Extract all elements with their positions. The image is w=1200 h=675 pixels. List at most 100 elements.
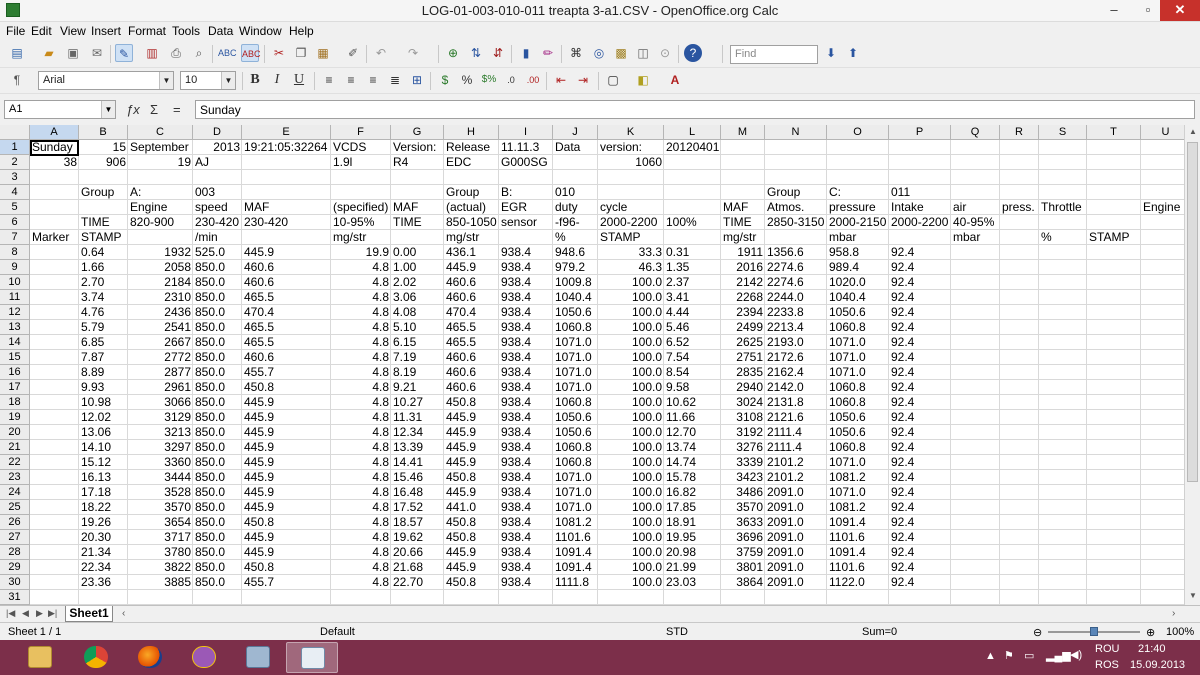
styles-formatting-icon[interactable]: ¶: [8, 71, 26, 89]
cell-o23[interactable]: 1081.2: [827, 470, 889, 485]
cell-m23[interactable]: 3423: [721, 470, 765, 485]
cell-n4[interactable]: Group: [765, 185, 827, 200]
cell-e29[interactable]: 450.8: [242, 560, 331, 575]
cell-j1[interactable]: Data: [553, 140, 598, 155]
row-header-26[interactable]: 26: [0, 515, 30, 530]
cell-n30[interactable]: 2091.0: [765, 575, 827, 590]
input-language-top[interactable]: ROU: [1095, 643, 1119, 655]
cell-i30[interactable]: 938.4: [499, 575, 553, 590]
cell-o29[interactable]: 1101.6: [827, 560, 889, 575]
cell-h18[interactable]: 450.8: [444, 395, 499, 410]
cell-f23[interactable]: 4.8: [331, 470, 391, 485]
cell-l15[interactable]: 7.54: [664, 350, 721, 365]
cell-m17[interactable]: 2940: [721, 380, 765, 395]
cell-b15[interactable]: 7.87: [79, 350, 128, 365]
new-document-icon[interactable]: ▤: [8, 44, 26, 62]
cell-g24[interactable]: 16.48: [391, 485, 444, 500]
cell-m30[interactable]: 3864: [721, 575, 765, 590]
cell-p23[interactable]: 92.4: [889, 470, 951, 485]
cell-b9[interactable]: 1.66: [79, 260, 128, 275]
scroll-left-icon[interactable]: ‹: [122, 608, 125, 619]
cell-k5[interactable]: cycle: [598, 200, 664, 215]
row-header-17[interactable]: 17: [0, 380, 30, 395]
cell-h19[interactable]: 445.9: [444, 410, 499, 425]
edit-file-icon[interactable]: ✎: [115, 44, 133, 62]
row-header-31[interactable]: 31: [0, 590, 30, 605]
cell-n27[interactable]: 2091.0: [765, 530, 827, 545]
hyperlink-icon[interactable]: ⊕: [444, 44, 462, 62]
zoom-out-icon[interactable]: ⊖: [1033, 626, 1042, 639]
cell-n18[interactable]: 2131.8: [765, 395, 827, 410]
cell-e24[interactable]: 445.9: [242, 485, 331, 500]
cell-p13[interactable]: 92.4: [889, 320, 951, 335]
column-header-u[interactable]: U: [1141, 125, 1184, 140]
cell-e30[interactable]: 455.7: [242, 575, 331, 590]
cell-o15[interactable]: 1071.0: [827, 350, 889, 365]
cell-n17[interactable]: 2142.0: [765, 380, 827, 395]
cell-c8[interactable]: 1932: [128, 245, 193, 260]
flag-icon[interactable]: ⚑: [1004, 649, 1014, 662]
cell-d29[interactable]: 850.0: [193, 560, 242, 575]
row-header-10[interactable]: 10: [0, 275, 30, 290]
cell-d7[interactable]: /min: [193, 230, 242, 245]
vertical-scroll-thumb[interactable]: [1187, 142, 1198, 482]
cell-m22[interactable]: 3339: [721, 455, 765, 470]
previous-sheet-icon[interactable]: ◀: [22, 608, 29, 619]
cell-h8[interactable]: 436.1: [444, 245, 499, 260]
cell-h14[interactable]: 465.5: [444, 335, 499, 350]
cell-e28[interactable]: 445.9: [242, 545, 331, 560]
paste-icon[interactable]: ▦: [314, 44, 332, 62]
cell-h7[interactable]: mg/str: [444, 230, 499, 245]
cell-h23[interactable]: 450.8: [444, 470, 499, 485]
cell-i15[interactable]: 938.4: [499, 350, 553, 365]
cell-c6[interactable]: 820-900: [128, 215, 193, 230]
cell-g19[interactable]: 11.31: [391, 410, 444, 425]
column-header-d[interactable]: D: [193, 125, 242, 140]
cell-f22[interactable]: 4.8: [331, 455, 391, 470]
display-icon[interactable]: ▭: [1024, 649, 1034, 662]
cell-i26[interactable]: 938.4: [499, 515, 553, 530]
currency-format-button[interactable]: $: [436, 71, 454, 89]
cell-n26[interactable]: 2091.0: [765, 515, 827, 530]
cell-k24[interactable]: 100.0: [598, 485, 664, 500]
cell-m24[interactable]: 3486: [721, 485, 765, 500]
cell-j14[interactable]: 1071.0: [553, 335, 598, 350]
cell-o4[interactable]: C:: [827, 185, 889, 200]
find-previous-icon[interactable]: ⬆: [844, 44, 862, 62]
font-name-select[interactable]: Arial ▼: [38, 71, 174, 90]
cell-p10[interactable]: 92.4: [889, 275, 951, 290]
cell-o12[interactable]: 1050.6: [827, 305, 889, 320]
cell-f16[interactable]: 4.8: [331, 365, 391, 380]
cell-k9[interactable]: 46.3: [598, 260, 664, 275]
copy-icon[interactable]: ❐: [292, 44, 310, 62]
cell-i21[interactable]: 938.4: [499, 440, 553, 455]
cell-b10[interactable]: 2.70: [79, 275, 128, 290]
cell-n12[interactable]: 2233.8: [765, 305, 827, 320]
cell-c4[interactable]: A:: [128, 185, 193, 200]
cell-d25[interactable]: 850.0: [193, 500, 242, 515]
cell-j5[interactable]: duty: [553, 200, 598, 215]
cell-p22[interactable]: 92.4: [889, 455, 951, 470]
cell-k8[interactable]: 33.3: [598, 245, 664, 260]
cell-j22[interactable]: 1060.8: [553, 455, 598, 470]
column-header-o[interactable]: O: [827, 125, 889, 140]
cell-g6[interactable]: TIME: [391, 215, 444, 230]
column-header-i[interactable]: I: [499, 125, 553, 140]
column-header-k[interactable]: K: [598, 125, 664, 140]
cell-j11[interactable]: 1040.4: [553, 290, 598, 305]
find-replace-icon[interactable]: ⌘: [567, 44, 585, 62]
row-header-18[interactable]: 18: [0, 395, 30, 410]
column-header-j[interactable]: J: [553, 125, 598, 140]
cell-c27[interactable]: 3717: [128, 530, 193, 545]
sheet-tab-sheet1[interactable]: Sheet1: [65, 606, 113, 622]
cell-g13[interactable]: 5.10: [391, 320, 444, 335]
cell-f28[interactable]: 4.8: [331, 545, 391, 560]
row-header-8[interactable]: 8: [0, 245, 30, 260]
cell-g10[interactable]: 2.02: [391, 275, 444, 290]
cell-e15[interactable]: 460.6: [242, 350, 331, 365]
cell-e18[interactable]: 445.9: [242, 395, 331, 410]
cell-q7[interactable]: mbar: [951, 230, 1000, 245]
help-icon[interactable]: ?: [684, 44, 702, 62]
cell-j29[interactable]: 1091.4: [553, 560, 598, 575]
cell-p9[interactable]: 92.4: [889, 260, 951, 275]
